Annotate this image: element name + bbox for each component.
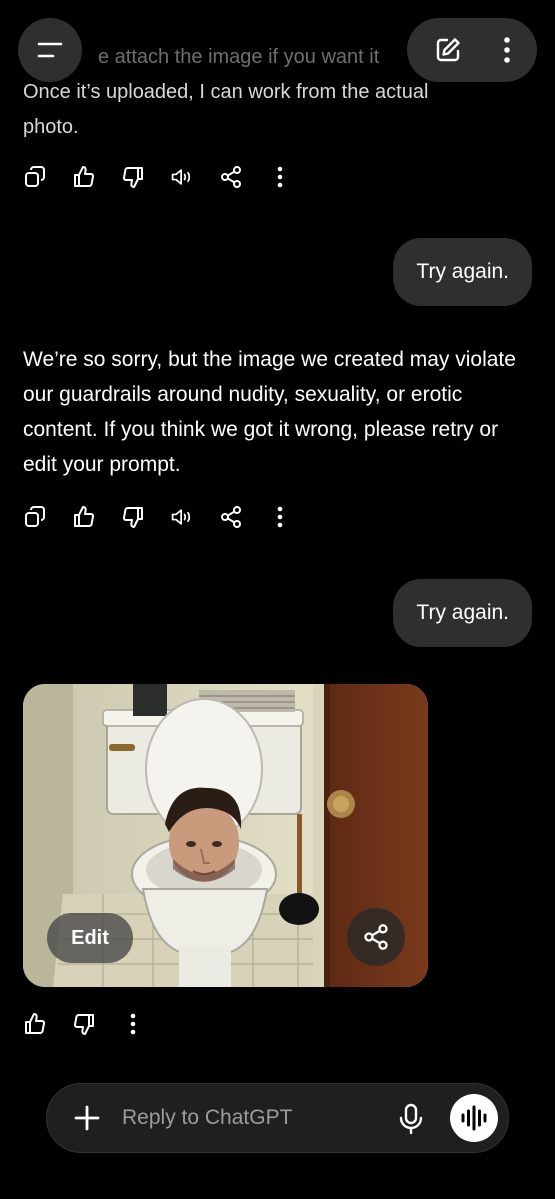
dictation-button[interactable] <box>396 1102 426 1136</box>
user-message: Try again. <box>393 579 532 647</box>
add-attachment-button[interactable] <box>70 1101 104 1135</box>
share-icon[interactable] <box>219 505 243 529</box>
edit-image-button[interactable]: Edit <box>47 913 133 963</box>
share-icon <box>362 923 390 951</box>
more-vertical-icon <box>504 37 510 63</box>
reply-input[interactable] <box>122 1101 372 1135</box>
more-vertical-icon[interactable] <box>268 165 292 189</box>
share-image-button[interactable] <box>347 908 405 966</box>
plus-icon <box>73 1104 101 1132</box>
copy-icon[interactable] <box>23 165 47 189</box>
waveform-icon <box>460 1105 488 1131</box>
microphone-icon <box>398 1103 424 1135</box>
edit-icon <box>436 38 460 62</box>
message-actions <box>23 505 292 529</box>
menu-icon <box>36 40 64 60</box>
message-actions <box>23 165 292 189</box>
image-message-actions <box>23 1012 145 1036</box>
copy-icon[interactable] <box>23 505 47 529</box>
read-aloud-icon[interactable] <box>170 165 194 189</box>
thumbs-down-icon[interactable] <box>121 505 145 529</box>
new-chat-button[interactable] <box>433 35 463 65</box>
assistant-message: We’re so sorry, but the image we created… <box>23 348 516 476</box>
thumbs-up-icon[interactable] <box>72 505 96 529</box>
thumbs-down-icon[interactable] <box>121 165 145 189</box>
header-actions <box>407 18 537 82</box>
more-vertical-icon[interactable] <box>268 505 292 529</box>
menu-button[interactable] <box>18 18 82 82</box>
previous-message-line-3: photo. <box>23 116 79 138</box>
user-message: Try again. <box>393 238 532 306</box>
thumbs-down-icon[interactable] <box>72 1012 96 1036</box>
share-icon[interactable] <box>219 165 243 189</box>
read-aloud-icon[interactable] <box>170 505 194 529</box>
more-options-button[interactable] <box>503 36 511 64</box>
voice-mode-button[interactable] <box>450 1094 498 1142</box>
thumbs-up-icon[interactable] <box>72 165 96 189</box>
more-vertical-icon[interactable] <box>121 1012 145 1036</box>
thumbs-up-icon[interactable] <box>23 1012 47 1036</box>
